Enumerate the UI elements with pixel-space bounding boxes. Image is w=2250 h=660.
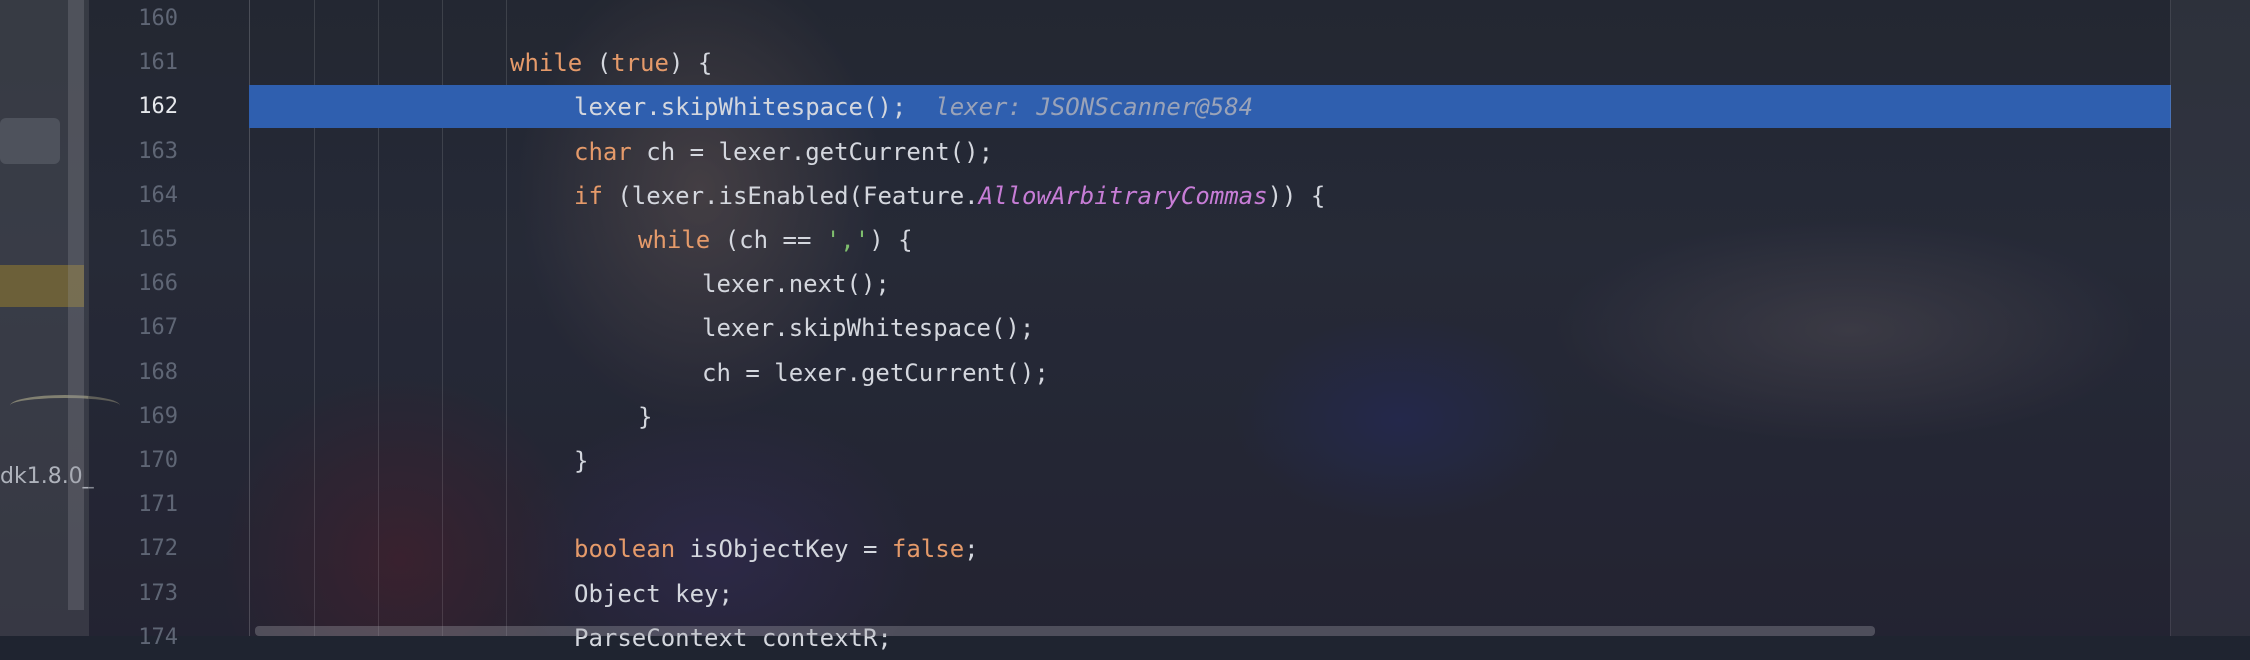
keyword-token: while bbox=[638, 226, 711, 254]
code-token: ch = lexer.getCurrent(); bbox=[702, 358, 1049, 387]
code-token: ) { bbox=[668, 49, 713, 78]
code-line[interactable]: 172 boolean isObjectKey = false; bbox=[88, 527, 2170, 571]
code-text[interactable]: Object key; bbox=[574, 580, 733, 608]
keyword-token: true bbox=[611, 49, 669, 78]
code-line[interactable]: 163 char ch = lexer.getCurrent(); bbox=[88, 130, 2170, 174]
code-token: )) { bbox=[1267, 181, 1326, 210]
project-panel-scrollbar[interactable] bbox=[68, 0, 84, 610]
code-line[interactable]: 165 while (ch == ',') { bbox=[88, 218, 2170, 262]
string-token: ',' bbox=[825, 226, 870, 254]
code-line[interactable]: 160 bbox=[88, 0, 2170, 41]
line-number[interactable]: 162 bbox=[88, 94, 178, 120]
code-token: } bbox=[638, 402, 653, 431]
line-number[interactable]: 168 bbox=[88, 360, 178, 386]
code-token: lexer.skipWhitespace(); bbox=[574, 93, 907, 122]
line-number[interactable]: 167 bbox=[88, 315, 178, 341]
code-line[interactable]: 169} bbox=[88, 395, 2170, 439]
keyword-token: false bbox=[891, 535, 965, 564]
code-text[interactable]: ch = lexer.getCurrent(); bbox=[702, 359, 1049, 387]
code-token: lexer.next(); bbox=[702, 270, 890, 299]
code-line[interactable]: 171 bbox=[88, 483, 2170, 527]
code-token: (ch == bbox=[710, 226, 826, 254]
code-text[interactable]: } bbox=[574, 447, 588, 475]
line-number[interactable]: 170 bbox=[88, 448, 178, 474]
line-number[interactable]: 166 bbox=[88, 271, 178, 297]
code-line[interactable]: 173 Object key; bbox=[88, 572, 2170, 616]
line-number[interactable]: 173 bbox=[88, 581, 178, 607]
line-number[interactable]: 169 bbox=[88, 404, 178, 430]
line-number[interactable]: 163 bbox=[88, 139, 178, 165]
code-token: ( bbox=[582, 49, 612, 78]
project-panel: dk1.8.0_ bbox=[0, 0, 120, 636]
code-text[interactable]: lexer.next(); bbox=[702, 270, 890, 298]
current-execution-line[interactable]: 162 lexer.skipWhitespace(); lexer: JSONSc… bbox=[88, 85, 2171, 129]
code-token: } bbox=[574, 447, 589, 475]
code-line[interactable]: 170} bbox=[88, 439, 2170, 483]
code-line[interactable]: 174 ParseContext contextR; bbox=[88, 616, 2170, 660]
inline-debug-value: lexer: JSONScanner@584 bbox=[906, 93, 1254, 122]
line-number[interactable]: 174 bbox=[88, 625, 178, 651]
code-text[interactable]: } bbox=[638, 403, 652, 431]
line-number[interactable]: 160 bbox=[88, 6, 178, 32]
code-text[interactable]: if (lexer.isEnabled(Feature.AllowArbitra… bbox=[574, 182, 1325, 210]
code-token: lexer.skipWhitespace(); bbox=[702, 314, 1035, 343]
code-line[interactable]: 164 if (lexer.isEnabled(Feature.AllowArbi… bbox=[88, 174, 2170, 218]
line-number[interactable]: 164 bbox=[88, 183, 178, 209]
code-text[interactable]: boolean isObjectKey = false; bbox=[574, 535, 979, 563]
code-text[interactable]: char ch = lexer.getCurrent(); bbox=[574, 138, 993, 166]
code-line[interactable]: 161 while (true) { bbox=[88, 41, 2170, 85]
right-gutter-panel bbox=[2171, 0, 2250, 636]
code-token: ch = lexer.getCurrent(); bbox=[631, 137, 994, 166]
field-token: AllowArbitraryCommas bbox=[978, 181, 1268, 210]
line-number[interactable]: 171 bbox=[88, 492, 178, 518]
line-number[interactable]: 161 bbox=[88, 50, 178, 76]
code-line[interactable]: 166 lexer.next(); bbox=[88, 262, 2170, 306]
code-token: (lexer.isEnabled(Feature. bbox=[602, 181, 979, 210]
code-token: Object key; bbox=[574, 579, 733, 608]
code-text[interactable]: lexer.skipWhitespace(); bbox=[702, 314, 1034, 342]
line-number[interactable]: 172 bbox=[88, 536, 178, 562]
code-token: ; bbox=[964, 535, 979, 564]
line-number[interactable]: 165 bbox=[88, 227, 178, 253]
code-text[interactable]: while (ch == ',') { bbox=[638, 226, 913, 254]
project-tree-selected-row[interactable] bbox=[0, 118, 60, 164]
code-line[interactable]: 168 ch = lexer.getCurrent(); bbox=[88, 351, 2170, 395]
keyword-token: boolean bbox=[574, 535, 676, 564]
code-line[interactable]: 167 lexer.skipWhitespace(); bbox=[88, 306, 2170, 350]
keyword-token: char bbox=[574, 137, 632, 166]
keyword-token: if bbox=[574, 181, 603, 210]
horizontal-scrollbar[interactable] bbox=[255, 626, 1875, 636]
code-text[interactable]: lexer.skipWhitespace(); lexer: JSONScann… bbox=[574, 93, 1253, 121]
code-token: ) { bbox=[869, 226, 913, 254]
code-text[interactable]: while (true) { bbox=[510, 49, 712, 77]
code-token: isObjectKey = bbox=[675, 535, 892, 564]
keyword-token: while bbox=[510, 49, 583, 78]
